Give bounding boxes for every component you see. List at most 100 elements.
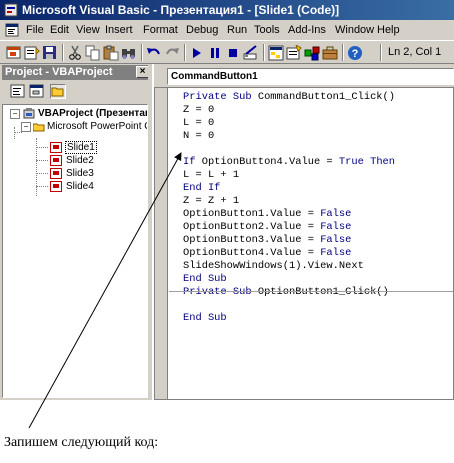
window-title: Microsoft Visual Basic - Презентация1 - …	[22, 3, 340, 17]
project-explorer-icon[interactable]	[268, 45, 284, 61]
code-text: OptionButton1_Click()	[257, 286, 389, 298]
code-line[interactable]: OptionButton2.Value = False	[183, 221, 453, 234]
run-icon[interactable]	[189, 45, 205, 61]
copy-icon[interactable]	[85, 45, 101, 61]
cut-icon[interactable]	[67, 45, 83, 61]
code-line[interactable]: Private Sub CommandButton1_Click()	[183, 91, 453, 104]
menu-format[interactable]: Format	[141, 20, 180, 40]
code-line[interactable]: L = L + 1	[183, 169, 453, 182]
menu-help[interactable]: Help	[375, 20, 402, 40]
code-text: Z = Z + 1	[183, 195, 240, 207]
code-keyword: True Then	[338, 156, 396, 168]
code-editor[interactable]: Private Sub CommandButton1_Click() Z = 0L…	[154, 87, 454, 400]
menu-file[interactable]: File	[24, 20, 46, 40]
code-window-icon[interactable]	[5, 23, 19, 37]
code-line[interactable]: Private Sub OptionButton1_Click()	[183, 286, 453, 299]
menu-window[interactable]: Window	[333, 20, 376, 40]
menu-insert[interactable]: Insert	[103, 20, 135, 40]
code-line[interactable]: End Sub	[183, 312, 453, 325]
collapse-icon[interactable]: −	[10, 109, 20, 119]
code-keyword: False	[320, 234, 352, 246]
redo-icon[interactable]	[164, 45, 180, 61]
code-line[interactable]	[183, 299, 453, 312]
tree-item-slide4[interactable]: Slide4	[3, 180, 147, 193]
procedure-separator	[169, 291, 453, 292]
toolbar-separator	[62, 44, 64, 61]
menu-view[interactable]: View	[74, 20, 102, 40]
code-line[interactable]: L = 0	[183, 117, 453, 130]
vba-app-icon	[4, 3, 18, 17]
code-margin[interactable]	[155, 88, 168, 399]
code-text: OptionButton1.Value =	[183, 208, 321, 220]
code-line[interactable]: OptionButton1.Value = False	[183, 208, 453, 221]
vba-project-icon	[23, 108, 35, 119]
save-icon[interactable]	[42, 45, 58, 61]
tree-label-slide4: Slide4	[66, 181, 94, 192]
toolbar-separator	[380, 44, 382, 61]
reset-icon[interactable]	[225, 45, 241, 61]
code-keyword: End Sub	[183, 273, 227, 285]
properties-icon[interactable]	[286, 45, 302, 61]
code-line[interactable]: Z = 0	[183, 104, 453, 117]
menu-debug[interactable]: Debug	[184, 20, 220, 40]
break-icon[interactable]	[207, 45, 223, 61]
menu-add-ins[interactable]: Add-Ins	[286, 20, 328, 40]
toolbar-separator	[342, 44, 344, 61]
project-panel-title: Project - VBAProject	[5, 66, 113, 78]
code-line[interactable]: Z = Z + 1	[183, 195, 453, 208]
code-line[interactable]: End If	[183, 182, 453, 195]
collapse-icon[interactable]: −	[21, 122, 31, 132]
panel-splitter[interactable]	[148, 64, 152, 400]
undo-icon[interactable]	[146, 45, 162, 61]
code-line[interactable]: OptionButton3.Value = False	[183, 234, 453, 247]
tree-item-slide1[interactable]: Slide1	[3, 141, 147, 154]
view-code-icon[interactable]	[10, 84, 26, 99]
code-text: L = L + 1	[183, 169, 240, 181]
code-keyword: Private Sub	[183, 91, 258, 103]
view-powerpoint-icon[interactable]	[6, 45, 22, 61]
menu-run[interactable]: Run	[225, 20, 249, 40]
code-line[interactable]: SlideShowWindows(1).View.Next	[183, 260, 453, 273]
code-line[interactable]	[183, 143, 453, 156]
toolbar-separator	[184, 44, 186, 61]
code-line[interactable]: If OptionButton4.Value = True Then	[183, 156, 453, 169]
code-lines[interactable]: Private Sub CommandButton1_Click() Z = 0L…	[183, 91, 453, 325]
project-panel-header: Project - VBAProject ×	[2, 65, 150, 80]
project-panel-toolbar	[2, 81, 150, 103]
code-text: CommandButton1_Click()	[257, 91, 396, 103]
paste-icon[interactable]	[103, 45, 119, 61]
code-keyword: End If	[183, 182, 221, 194]
code-line[interactable]: End Sub	[183, 273, 453, 286]
slide-icon	[50, 142, 62, 153]
tree-item-powerpoint-objects[interactable]: − Microsoft PowerPoint Ob	[3, 120, 147, 133]
toolbox-icon[interactable]	[322, 45, 338, 61]
tree-item-slide3[interactable]: Slide3	[3, 167, 147, 180]
svg-text:?: ?	[352, 48, 359, 60]
project-tree: − VBAProject (Презентаци − Microsoft Pow…	[2, 104, 148, 398]
object-browser-icon[interactable]	[304, 45, 320, 61]
design-mode-icon[interactable]	[243, 45, 259, 61]
code-window: CommandButton1 Private Sub CommandButton…	[154, 64, 454, 400]
tree-label-powerpoint-objects: Microsoft PowerPoint Ob	[47, 121, 148, 132]
code-line[interactable]: OptionButton4.Value = False	[183, 247, 453, 260]
menu-tools[interactable]: Tools	[252, 20, 282, 40]
insert-module-icon[interactable]	[24, 45, 40, 61]
caption-text: Запишем следующий код:	[4, 435, 159, 450]
code-text: SlideShowWindows(1).View.Next	[183, 260, 364, 272]
tree-label-slide1: Slide1	[65, 141, 97, 154]
menu-edit[interactable]: Edit	[48, 20, 71, 40]
code-keyword: False	[320, 208, 352, 220]
menu-bar: File Edit View Insert Format Debug Run T…	[0, 20, 454, 40]
view-object-icon[interactable]	[29, 84, 45, 99]
standard-toolbar: ? Ln 2, Col 1	[0, 40, 454, 64]
code-keyword: False	[320, 247, 352, 259]
tree-item-vbaproject[interactable]: − VBAProject (Презентаци	[3, 107, 147, 120]
page: Microsoft Visual Basic - Презентация1 - …	[0, 0, 454, 463]
find-icon[interactable]	[121, 45, 137, 61]
toggle-folders-icon[interactable]	[50, 84, 66, 99]
object-dropdown[interactable]: CommandButton1	[167, 68, 454, 85]
slide-icon	[50, 168, 62, 179]
tree-item-slide2[interactable]: Slide2	[3, 154, 147, 167]
help-icon[interactable]: ?	[347, 45, 363, 61]
code-line[interactable]: N = 0	[183, 130, 453, 143]
